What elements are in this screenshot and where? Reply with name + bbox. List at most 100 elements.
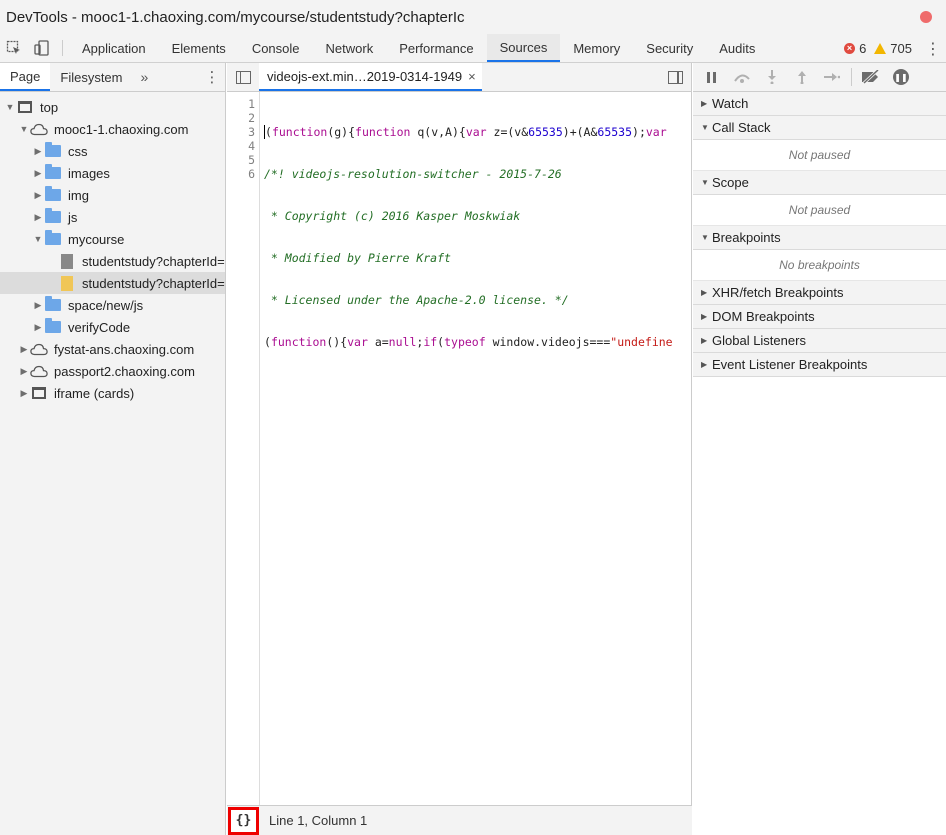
- section-title: Breakpoints: [712, 230, 781, 245]
- section-title: DOM Breakpoints: [712, 309, 815, 324]
- section-breakpoints[interactable]: ▼ Breakpoints: [693, 226, 946, 250]
- line-number: 5: [248, 153, 255, 167]
- tree-item[interactable]: ▶ img: [0, 184, 225, 206]
- device-toolbar-icon[interactable]: [28, 34, 56, 62]
- tree-item-label: mycourse: [68, 231, 125, 247]
- pause-icon[interactable]: [699, 66, 725, 88]
- code-area[interactable]: 1 2 3 4 5 6 (function(g){function q(v,A)…: [227, 92, 692, 805]
- collapsed-arrow-icon[interactable]: ▶: [32, 168, 44, 179]
- toggle-navigator-button[interactable]: [227, 63, 259, 91]
- section-global-listeners[interactable]: ▶ Global Listeners: [693, 329, 946, 353]
- inspect-element-icon[interactable]: [0, 34, 28, 62]
- window-title: DevTools - mooc1-1.chaoxing.com/mycourse…: [6, 8, 465, 26]
- collapsed-arrow-icon[interactable]: ▶: [32, 212, 44, 223]
- section-xhr-fetch-breakpoints[interactable]: ▶ XHR/fetch Breakpoints: [693, 281, 946, 305]
- collapsed-arrow-icon[interactable]: ▶: [32, 146, 44, 157]
- step-out-icon[interactable]: [789, 66, 815, 88]
- tree-item[interactable]: ▶ passport2.chaoxing.com: [0, 360, 225, 382]
- toolbar-divider: [62, 40, 63, 56]
- tree-item-label: studentstudy?chapterId=: [82, 275, 225, 291]
- cloud-icon: [30, 364, 48, 378]
- line-number: 2: [248, 111, 255, 125]
- warning-icon: [874, 43, 887, 54]
- tab-page[interactable]: Page: [0, 63, 51, 91]
- tab-security[interactable]: Security: [633, 34, 706, 62]
- close-window-button[interactable]: [920, 11, 932, 23]
- step-over-icon[interactable]: [729, 66, 755, 88]
- collapsed-arrow-icon[interactable]: ▶: [18, 366, 30, 377]
- section-scope[interactable]: ▼ Scope: [693, 171, 946, 195]
- collapsed-arrow-icon[interactable]: ▶: [32, 300, 44, 311]
- code-text[interactable]: (function(g){function q(v,A){var z=(v&65…: [260, 92, 692, 805]
- frame-icon: [16, 100, 34, 114]
- expanded-arrow-icon: ▼: [701, 178, 709, 187]
- line-number: 3: [248, 125, 255, 139]
- code-editor: videojs-ext.min…2019-0314-1949 × 1 2 3 4…: [227, 63, 692, 835]
- tree-item[interactable]: ▶ js: [0, 206, 225, 228]
- tree-item-label: images: [68, 165, 110, 181]
- section-watch[interactable]: ▶ Watch: [693, 92, 946, 116]
- expanded-arrow-icon[interactable]: ▼: [4, 102, 16, 112]
- tree-item[interactable]: ▼ mycourse: [0, 228, 225, 250]
- file-icon: [58, 253, 76, 269]
- step-icon[interactable]: [819, 66, 845, 88]
- folder-icon: [44, 186, 62, 202]
- tree-item[interactable]: ▶ css: [0, 140, 225, 162]
- tab-network[interactable]: Network: [313, 34, 387, 62]
- editor-file-tab[interactable]: videojs-ext.min…2019-0314-1949 ×: [259, 63, 482, 91]
- expanded-arrow-icon[interactable]: ▼: [18, 124, 30, 134]
- more-tabs-icon[interactable]: »: [133, 63, 157, 91]
- deactivate-breakpoints-icon[interactable]: [858, 66, 884, 88]
- pause-on-exceptions-icon[interactable]: ❚❚: [888, 66, 914, 88]
- tree-item[interactable]: studentstudy?chapterId=: [0, 272, 225, 294]
- tree-item[interactable]: ▶ verifyCode: [0, 316, 225, 338]
- code-line: /*! videojs-resolution-switcher - 2015-7…: [264, 167, 562, 181]
- toggle-debugger-icon: [667, 70, 683, 84]
- tab-memory[interactable]: Memory: [560, 34, 633, 62]
- collapsed-arrow-icon: ▶: [701, 99, 708, 108]
- navigator-menu-icon[interactable]: ⋮: [199, 63, 225, 91]
- collapsed-arrow-icon[interactable]: ▶: [32, 190, 44, 201]
- more-options-icon[interactable]: ⋮: [920, 39, 946, 59]
- expanded-arrow-icon[interactable]: ▼: [32, 234, 44, 244]
- frame-icon: [30, 386, 48, 400]
- close-tab-icon[interactable]: ×: [468, 69, 476, 84]
- tree-item[interactable]: ▶ fystat-ans.chaoxing.com: [0, 338, 225, 360]
- section-title: XHR/fetch Breakpoints: [712, 285, 844, 300]
- collapsed-arrow-icon: ▶: [701, 312, 708, 321]
- editor-status-bar: {} Line 1, Column 1: [227, 805, 692, 835]
- tree-item-label: top: [40, 99, 59, 115]
- collapsed-arrow-icon[interactable]: ▶: [18, 344, 30, 355]
- code-line: * Modified by Pierre Kraft: [264, 251, 451, 265]
- tree-item[interactable]: studentstudy?chapterId=: [0, 250, 225, 272]
- collapsed-arrow-icon: ▶: [701, 288, 708, 297]
- tab-audits[interactable]: Audits: [706, 34, 768, 62]
- tab-sources[interactable]: Sources: [486, 34, 561, 62]
- section-event-listener-breakpoints[interactable]: ▶ Event Listener Breakpoints: [693, 353, 946, 377]
- collapsed-arrow-icon: ▶: [701, 336, 708, 345]
- warning-count-badge[interactable]: 705: [874, 41, 912, 56]
- line-number: 1: [248, 97, 255, 111]
- line-number: 6: [248, 167, 255, 181]
- folder-icon: [44, 318, 62, 334]
- tree-item[interactable]: ▶ space/new/js: [0, 294, 225, 316]
- error-count: 6: [859, 41, 867, 56]
- tree-item[interactable]: ▼ mooc1-1.chaoxing.com: [0, 118, 225, 140]
- error-count-badge[interactable]: × 6: [844, 41, 866, 56]
- section-dom-breakpoints[interactable]: ▶ DOM Breakpoints: [693, 305, 946, 329]
- pretty-print-button[interactable]: {}: [228, 806, 259, 835]
- section-placeholder: No breakpoints: [693, 250, 946, 281]
- tree-item[interactable]: ▶ images: [0, 162, 225, 184]
- tree-item[interactable]: ▼ top: [0, 96, 225, 118]
- tab-filesystem[interactable]: Filesystem: [50, 63, 132, 91]
- tab-console[interactable]: Console: [239, 34, 313, 62]
- tree-item[interactable]: ▶ iframe (cards): [0, 382, 225, 404]
- tab-performance[interactable]: Performance: [386, 34, 486, 62]
- step-into-icon[interactable]: [759, 66, 785, 88]
- toggle-debugger-button[interactable]: [659, 63, 691, 91]
- tab-elements[interactable]: Elements: [159, 34, 239, 62]
- section-call-stack[interactable]: ▼ Call Stack: [693, 116, 946, 140]
- collapsed-arrow-icon[interactable]: ▶: [32, 322, 44, 333]
- collapsed-arrow-icon[interactable]: ▶: [18, 388, 30, 399]
- tab-application[interactable]: Application: [69, 34, 159, 62]
